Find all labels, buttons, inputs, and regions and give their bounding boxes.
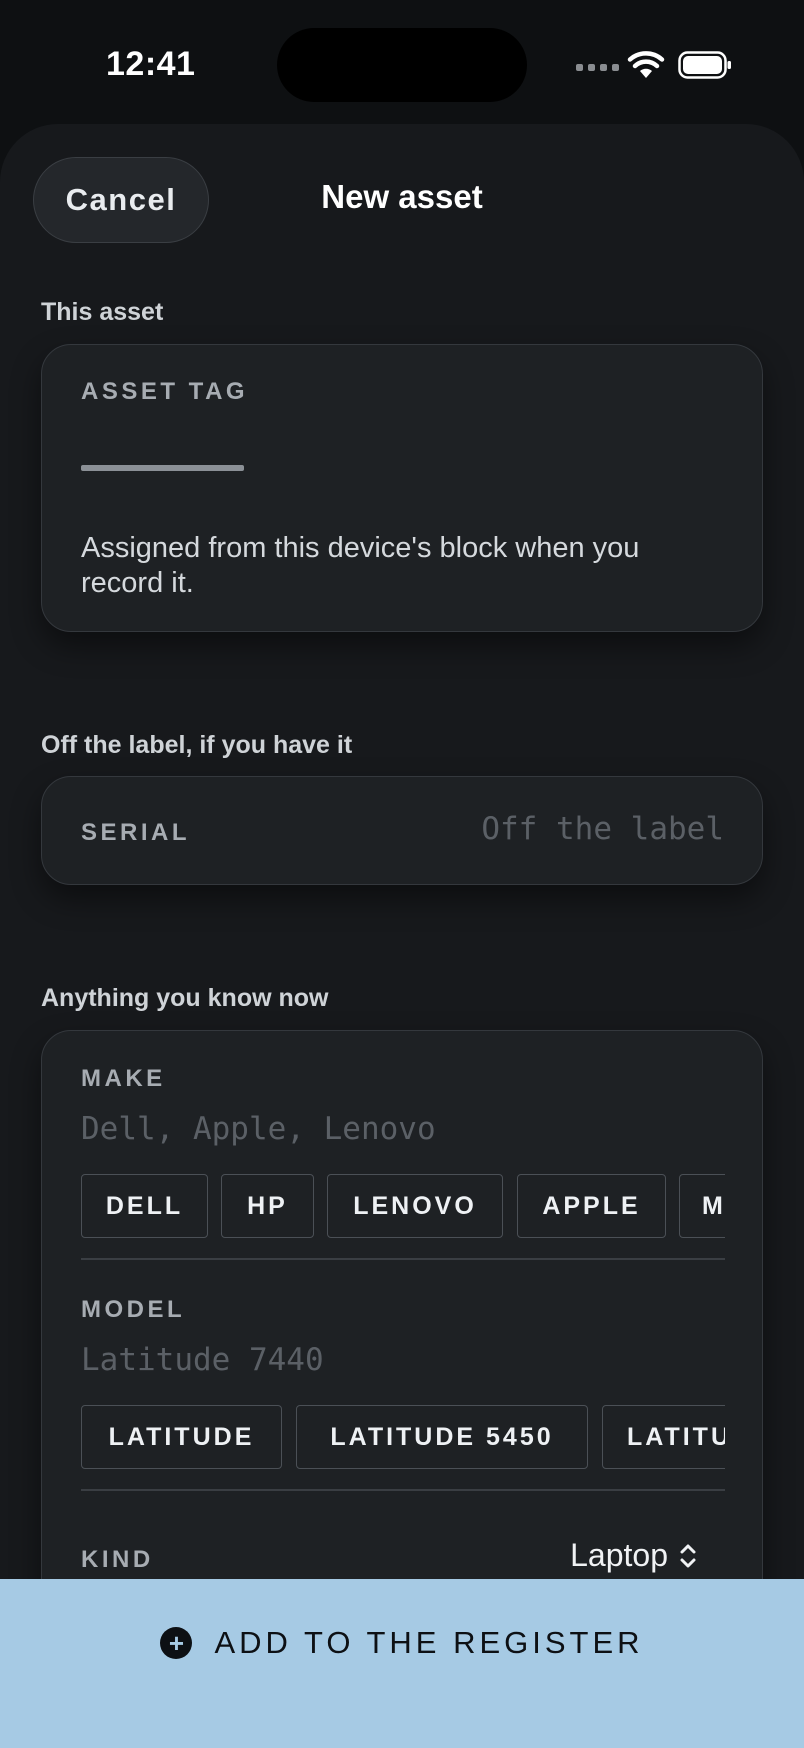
make-input[interactable]: Dell, Apple, Lenovo (81, 1111, 436, 1147)
page-title: New asset (321, 178, 483, 215)
cellular-signal-icon (576, 64, 619, 71)
serial-input[interactable]: Off the label (481, 811, 724, 847)
kind-label: KIND (81, 1546, 154, 1573)
divider (81, 1258, 725, 1260)
section-label-this-asset: This asset (41, 298, 164, 326)
kind-select[interactable]: Laptop (570, 1537, 698, 1574)
make-label: MAKE (81, 1065, 166, 1092)
status-bar: 12:41 (0, 0, 804, 124)
add-to-register-button[interactable]: + ADD TO THE REGISTER (0, 1579, 804, 1748)
asset-tag-label: ASSET TAG (81, 378, 249, 405)
divider (81, 1489, 725, 1491)
make-suggestions: DELL HP LENOVO APPLE M (81, 1174, 725, 1240)
dynamic-island (277, 28, 527, 102)
make-chip-apple[interactable]: APPLE (517, 1174, 666, 1238)
serial-card: SERIAL Off the label (41, 776, 763, 885)
phone-screen: 12:41 Cancel New asset This asset ASSET … (0, 0, 804, 1748)
model-chip-latitude-5450[interactable]: LATITUDE 5450 (296, 1405, 588, 1469)
model-chip-latitude[interactable]: LATITUDE (81, 1405, 282, 1469)
model-chip-latitude-more[interactable]: LATITU (602, 1405, 725, 1469)
kind-value: Laptop (570, 1537, 668, 1573)
asset-tag-placeholder-line (81, 465, 244, 471)
chevron-up-down-icon (680, 1544, 696, 1567)
add-to-register-label: ADD TO THE REGISTER (214, 1625, 644, 1660)
make-chip-lenovo[interactable]: LENOVO (327, 1174, 503, 1238)
section-label-details: Anything you know now (41, 984, 329, 1012)
battery-icon (678, 51, 731, 79)
serial-label: SERIAL (81, 819, 191, 846)
make-chip-hp[interactable]: HP (221, 1174, 314, 1238)
model-input[interactable]: Latitude 7440 (81, 1342, 324, 1378)
model-suggestions: LATITUDE LATITUDE 5450 LATITU (81, 1405, 725, 1471)
status-time: 12:41 (106, 45, 196, 83)
make-chip-dell[interactable]: DELL (81, 1174, 208, 1238)
asset-tag-help-text: Assigned from this device's block when y… (81, 532, 640, 599)
plus-circle-icon: + (160, 1627, 193, 1659)
wifi-icon (627, 51, 665, 78)
model-label: MODEL (81, 1296, 186, 1323)
asset-tag-card: ASSET TAG Assigned from this device's bl… (41, 344, 763, 632)
make-chip-more[interactable]: M (679, 1174, 725, 1238)
section-label-serial: Off the label, if you have it (41, 731, 353, 759)
